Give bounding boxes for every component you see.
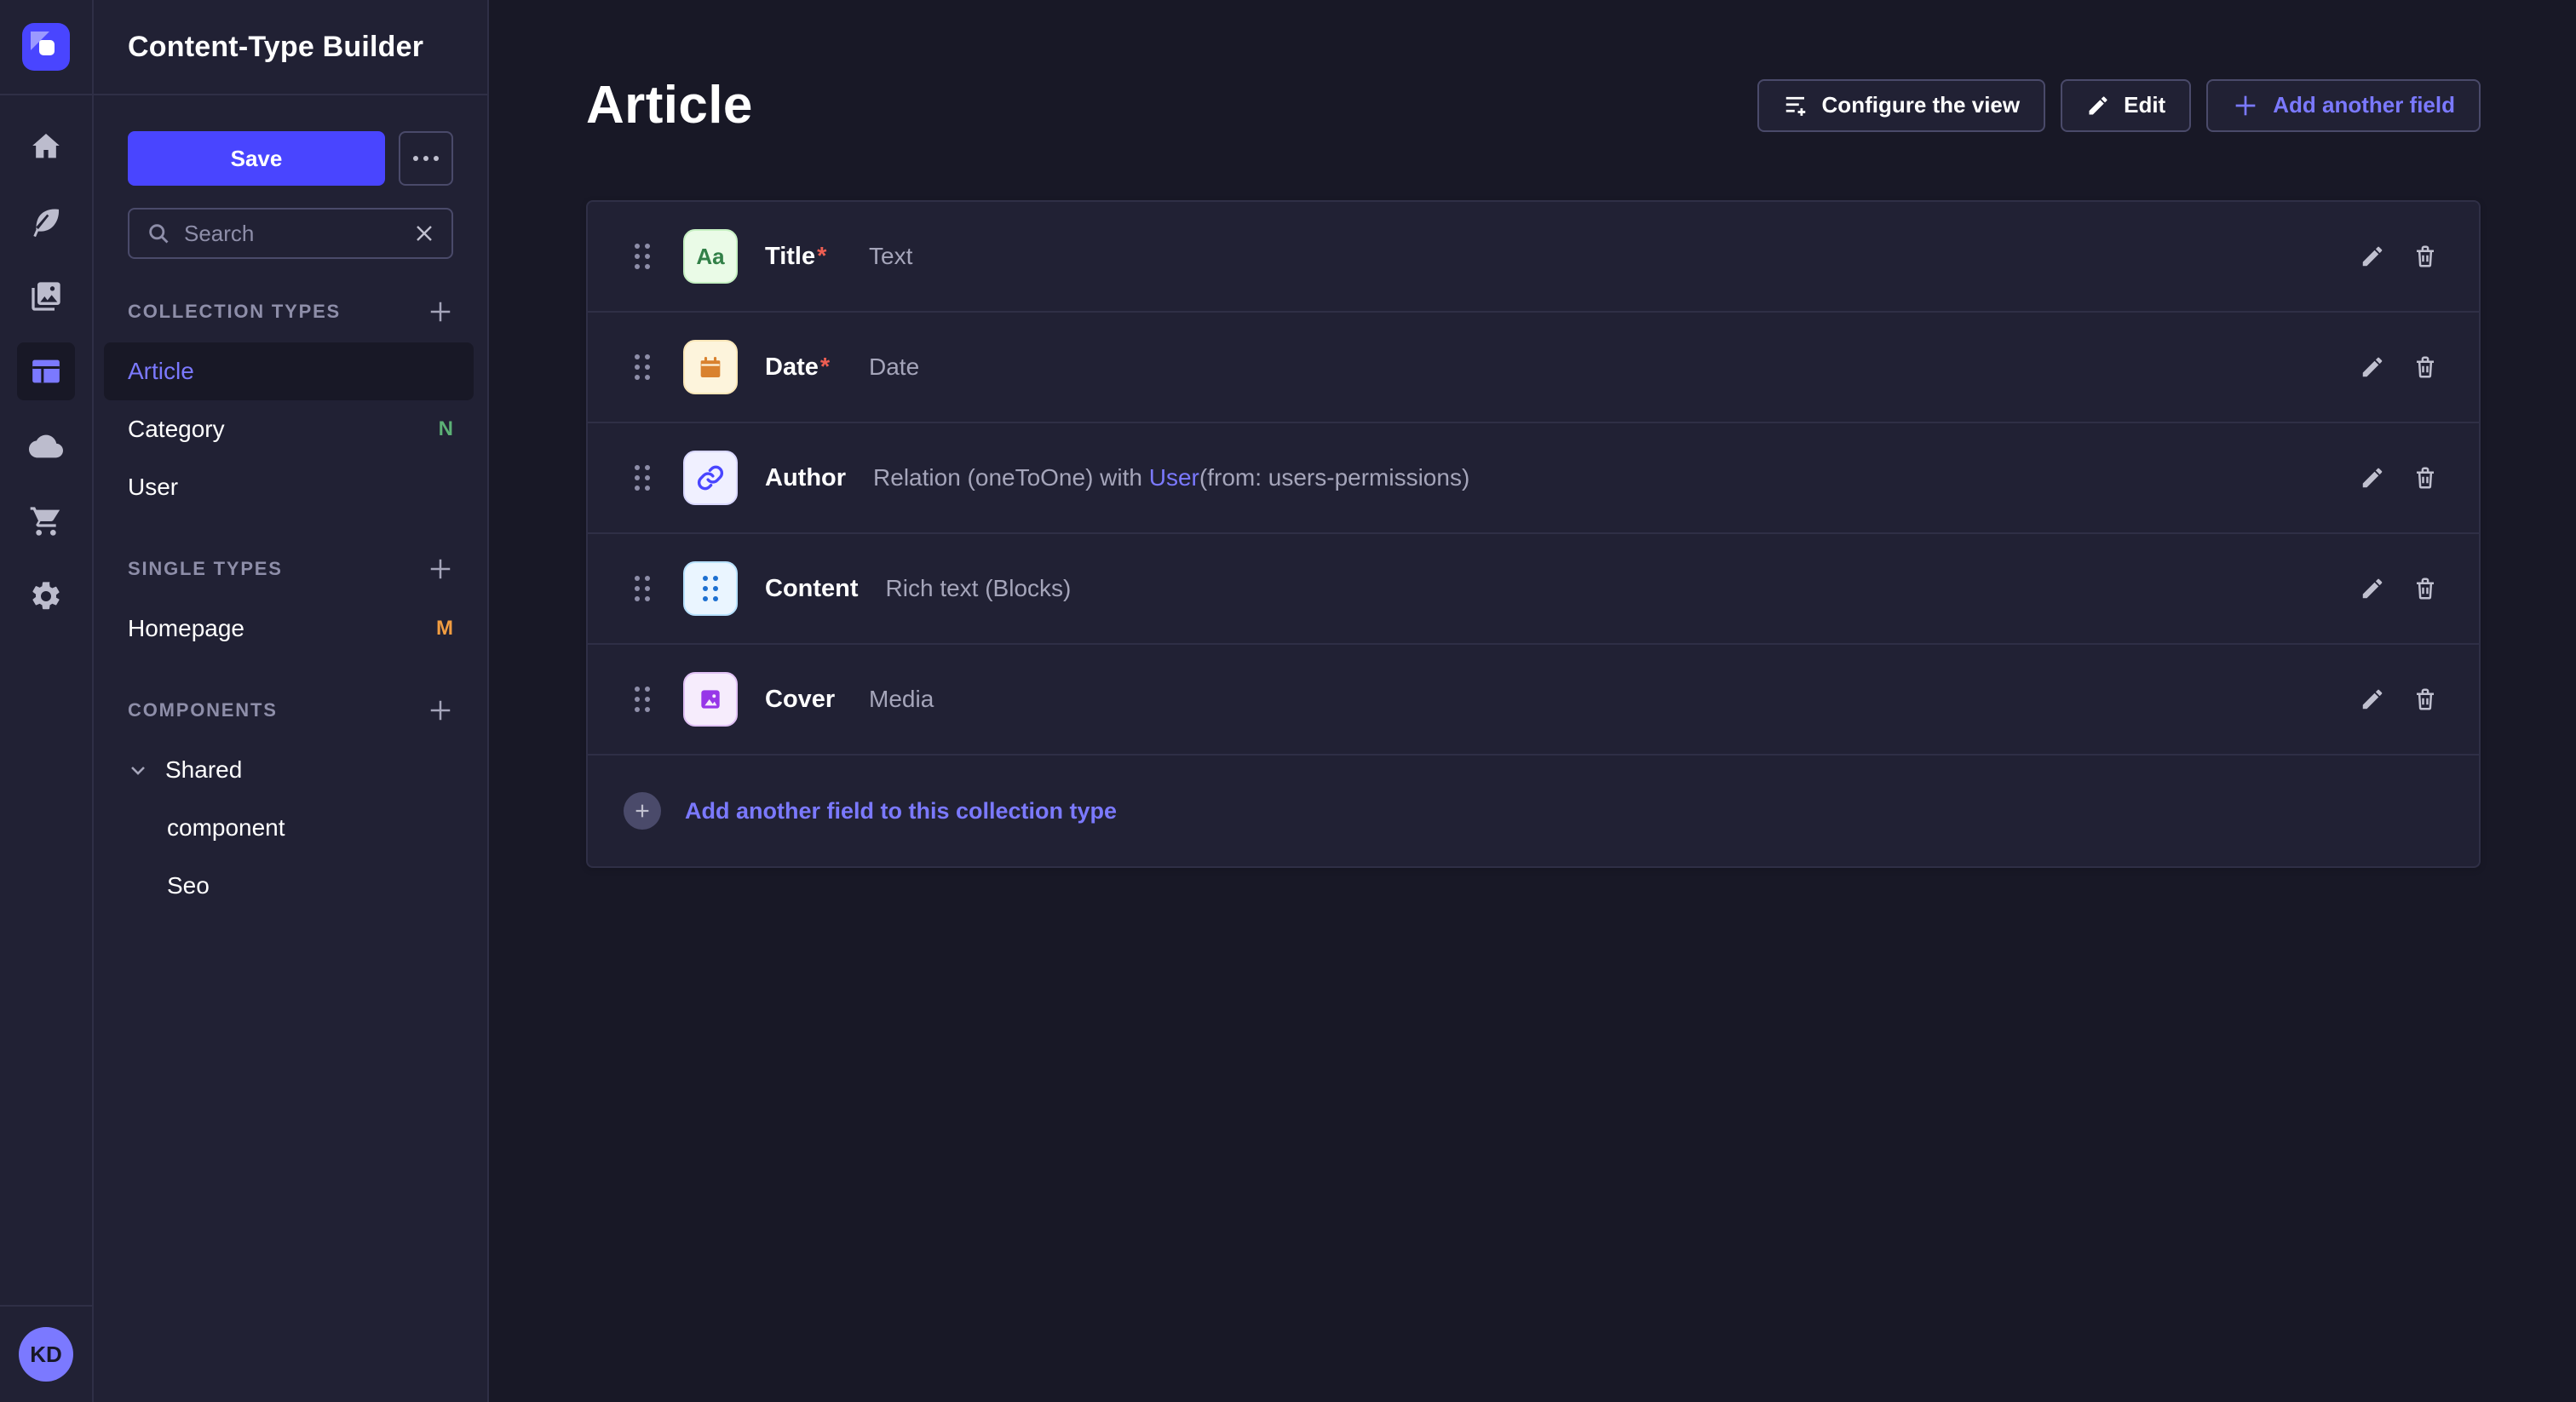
- single-types-section: SINGLE TYPES Homepage M: [128, 554, 453, 658]
- add-collection-type-icon[interactable]: [428, 299, 453, 325]
- sidebar-item-user[interactable]: User: [104, 458, 474, 516]
- edit-field-icon[interactable]: [2360, 354, 2385, 380]
- edit-field-icon[interactable]: [2360, 576, 2385, 601]
- configure-list-icon: [1783, 93, 1808, 118]
- field-row-author: Author Relation (oneToOne) with User(fro…: [588, 423, 2479, 534]
- sidebar-item-article[interactable]: Article: [104, 342, 474, 400]
- strapi-logo-icon[interactable]: [22, 23, 70, 71]
- deploy-cloud-icon[interactable]: [17, 417, 75, 475]
- clear-search-icon[interactable]: [414, 223, 434, 244]
- media-library-icon[interactable]: [17, 267, 75, 325]
- delete-field-icon[interactable]: [2412, 576, 2438, 601]
- field-type: Rich text (Blocks): [886, 575, 1072, 602]
- delete-field-icon[interactable]: [2412, 354, 2438, 380]
- section-label: COMPONENTS: [128, 699, 278, 721]
- fields-table: Aa Title* Text Date* Date: [586, 200, 2481, 868]
- media-field-icon: [683, 672, 738, 727]
- required-asterisk: *: [817, 243, 826, 270]
- more-options-button[interactable]: [399, 131, 453, 186]
- sidebar-item-category[interactable]: Category N: [104, 400, 474, 458]
- rail-nav: [17, 95, 75, 625]
- marketplace-cart-icon[interactable]: [17, 492, 75, 550]
- status-badge: N: [439, 417, 453, 441]
- content-type-builder-icon[interactable]: [17, 342, 75, 400]
- configure-view-button[interactable]: Configure the view: [1757, 79, 2046, 132]
- field-name: Author: [765, 464, 846, 491]
- add-field-row-label: Add another field to this collection typ…: [685, 798, 1117, 825]
- pencil-icon: [2086, 94, 2110, 118]
- add-field-row[interactable]: Add another field to this collection typ…: [588, 756, 2479, 866]
- field-type: Relation (oneToOne) with User(from: user…: [873, 464, 1469, 491]
- search-input[interactable]: [184, 221, 400, 247]
- date-field-icon: [683, 340, 738, 394]
- section-label: SINGLE TYPES: [128, 558, 283, 580]
- add-single-type-icon[interactable]: [428, 556, 453, 582]
- home-icon[interactable]: [17, 118, 75, 175]
- sidebar-item-homepage[interactable]: Homepage M: [104, 600, 474, 658]
- save-button[interactable]: Save: [128, 131, 385, 186]
- field-name: Date: [765, 353, 819, 381]
- delete-field-icon[interactable]: [2412, 244, 2438, 269]
- rail-footer: KD: [0, 1305, 92, 1402]
- edit-field-icon[interactable]: [2360, 687, 2385, 712]
- content-manager-icon[interactable]: [17, 192, 75, 250]
- edit-field-icon[interactable]: [2360, 244, 2385, 269]
- content-type-builder-app: KD Content-Type Builder Save COLLECTI: [0, 0, 2576, 1402]
- drag-handle[interactable]: [624, 354, 661, 380]
- field-name: Cover: [765, 686, 835, 713]
- field-type: Date: [869, 353, 919, 381]
- field-type: Media: [869, 686, 934, 713]
- edit-button[interactable]: Edit: [2061, 79, 2191, 132]
- plus-circle-icon: [624, 792, 661, 830]
- sidebar-item-seo[interactable]: Seo: [104, 857, 474, 915]
- drag-handle[interactable]: [624, 687, 661, 712]
- settings-gear-icon[interactable]: [17, 567, 75, 625]
- search-box: [128, 208, 453, 259]
- relation-field-icon: [683, 451, 738, 505]
- page-title: Article: [586, 75, 753, 135]
- field-name: Content: [765, 575, 859, 602]
- section-label: COLLECTION TYPES: [128, 301, 341, 323]
- field-row-content: Content Rich text (Blocks): [588, 534, 2479, 645]
- field-row-cover: Cover Media: [588, 645, 2479, 756]
- field-type: Text: [869, 243, 912, 270]
- relation-target-link[interactable]: User: [1149, 464, 1199, 491]
- delete-field-icon[interactable]: [2412, 687, 2438, 712]
- field-row-title: Aa Title* Text: [588, 202, 2479, 313]
- search-icon: [147, 221, 170, 245]
- field-name: Title: [765, 243, 815, 270]
- main-nav-rail: KD: [0, 0, 94, 1402]
- collection-types-section: COLLECTION TYPES Article Category N User: [128, 296, 453, 516]
- components-section: COMPONENTS Shared component: [128, 695, 453, 915]
- drag-handle[interactable]: [624, 244, 661, 269]
- chevron-down-icon: [128, 760, 148, 780]
- sidebar-title: Content-Type Builder: [94, 0, 487, 95]
- user-avatar[interactable]: KD: [19, 1327, 73, 1382]
- ctb-sidebar: Content-Type Builder Save COLLECTION TYP…: [94, 0, 489, 1402]
- sidebar-item-component[interactable]: component: [104, 799, 474, 857]
- plus-icon: [2232, 92, 2259, 119]
- add-component-icon[interactable]: [428, 698, 453, 723]
- rail-header: [0, 0, 92, 95]
- add-another-field-button[interactable]: Add another field: [2206, 79, 2481, 132]
- delete-field-icon[interactable]: [2412, 465, 2438, 491]
- text-field-icon: Aa: [683, 229, 738, 284]
- main-content: Article Configure the view Edit: [489, 0, 2576, 1402]
- required-asterisk: *: [820, 353, 830, 381]
- drag-handle[interactable]: [624, 576, 661, 601]
- field-row-date: Date* Date: [588, 313, 2479, 423]
- edit-field-icon[interactable]: [2360, 465, 2385, 491]
- sidebar-item-shared[interactable]: Shared: [104, 741, 474, 799]
- rich-text-blocks-field-icon: [683, 561, 738, 616]
- drag-handle[interactable]: [624, 465, 661, 491]
- status-badge: M: [436, 617, 453, 641]
